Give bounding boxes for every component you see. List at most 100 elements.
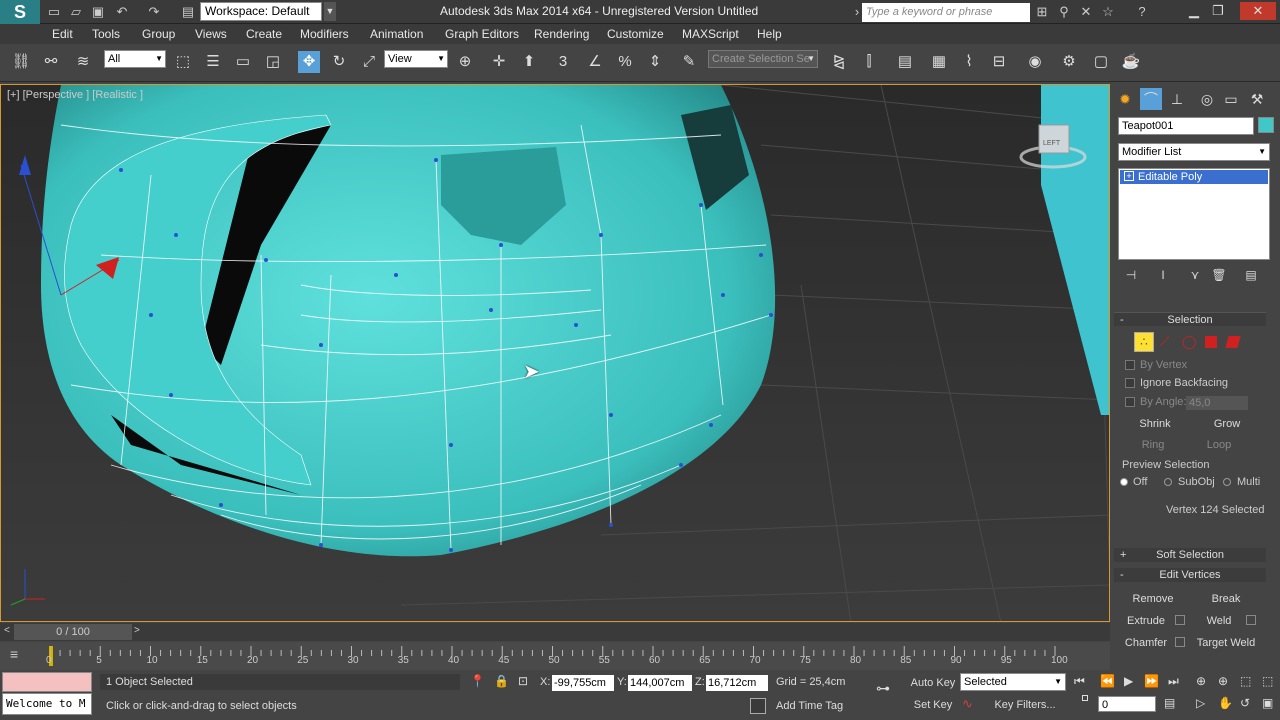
workspace-dropdown-arrow-icon[interactable]: ▼ <box>324 2 336 21</box>
ignore-backfacing-checkbox[interactable] <box>1125 378 1135 388</box>
hierarchy-tab-icon[interactable]: ⊥ <box>1166 88 1188 110</box>
key-tangent-icon[interactable]: ∿ <box>962 696 973 712</box>
isolate-selection-icon[interactable]: 📍 <box>470 674 485 688</box>
z-coordinate-field[interactable]: 16,712cm <box>706 675 768 691</box>
add-time-tag-button[interactable]: Add Time Tag <box>776 700 843 712</box>
preview-subobj-radio[interactable] <box>1164 478 1172 486</box>
mirror-icon[interactable]: ⧎ <box>828 51 850 73</box>
select-by-name-icon[interactable]: ☰ <box>202 51 224 73</box>
vertex-mode-icon[interactable]: ∴ <box>1134 332 1154 352</box>
help-search-input[interactable]: Type a keyword or phrase <box>862 3 1030 22</box>
chamfer-button[interactable]: Chamfer <box>1120 634 1172 652</box>
edit-vertices-rollout-header[interactable]: - Edit Vertices <box>1114 568 1266 582</box>
unlink-icon[interactable]: ⚯ <box>40 51 62 73</box>
time-tag-icon[interactable] <box>750 698 766 714</box>
angle-snap-icon[interactable]: ∠ <box>584 51 606 73</box>
time-slider[interactable] <box>0 623 1110 641</box>
maxscript-listener-pink[interactable] <box>2 672 92 692</box>
menu-animation[interactable]: Animation <box>370 27 423 41</box>
subscription-icon[interactable]: ⚲ <box>1056 4 1072 20</box>
menu-views[interactable]: Views <box>195 27 227 41</box>
by-angle-spinner[interactable]: 45,0 <box>1186 396 1248 410</box>
close-button[interactable]: ✕ <box>1240 2 1276 20</box>
open-file-icon[interactable]: ▱ <box>68 4 84 20</box>
pin-stack-icon[interactable]: ⊣ <box>1120 264 1142 286</box>
viewport-label[interactable]: [+] [Perspective ] [Realistic ] <box>7 89 143 101</box>
menu-modifiers[interactable]: Modifiers <box>300 27 349 41</box>
auto-key-button[interactable]: Auto Key <box>910 674 956 692</box>
favorites-star-icon[interactable]: ☆ <box>1100 4 1116 20</box>
bind-space-warp-icon[interactable]: ≋ <box>72 51 94 73</box>
selection-lock-icon[interactable]: 🔒 <box>494 674 509 688</box>
pan-view-icon[interactable]: ✋ <box>1218 696 1233 710</box>
app-logo[interactable]: S <box>0 0 40 24</box>
edge-mode-icon[interactable]: ⟋ <box>1160 334 1169 350</box>
selection-filter-dropdown[interactable]: All ▼ <box>104 50 166 68</box>
motion-tab-icon[interactable]: ◎ <box>1196 88 1218 110</box>
configure-sets-icon[interactable]: ▤ <box>1240 264 1262 286</box>
extrude-settings-icon[interactable] <box>1175 615 1185 625</box>
zoom-icon[interactable]: ⊕ <box>1196 674 1206 688</box>
field-of-view-icon[interactable]: ▷ <box>1196 696 1205 710</box>
align-icon[interactable]: ⫿ <box>858 51 880 73</box>
menu-help[interactable]: Help <box>757 27 782 41</box>
utilities-tab-icon[interactable]: ⚒ <box>1246 88 1268 110</box>
menu-maxscript[interactable]: MAXScript <box>682 27 739 41</box>
extrude-button[interactable]: Extrude <box>1120 612 1172 630</box>
rectangular-selection-icon[interactable]: ▭ <box>232 51 254 73</box>
soft-selection-rollout-header[interactable]: + Soft Selection <box>1114 548 1266 562</box>
weld-settings-icon[interactable] <box>1246 615 1256 625</box>
time-configuration-icon[interactable]: ▤ <box>1164 696 1175 710</box>
save-icon[interactable]: ▣ <box>90 4 106 20</box>
menu-group[interactable]: Group <box>142 27 175 41</box>
orbit-icon[interactable]: ↺ <box>1240 696 1250 710</box>
modify-tab-icon[interactable]: ⌒ <box>1140 88 1162 110</box>
render-production-icon[interactable]: ☕ <box>1120 51 1142 73</box>
zoom-all-icon[interactable]: ⊕ <box>1218 674 1228 688</box>
render-setup-icon[interactable]: ⚙ <box>1058 51 1080 73</box>
time-slider-thumb[interactable]: 0 / 100 <box>14 624 132 640</box>
by-vertex-checkbox[interactable] <box>1125 360 1135 370</box>
weld-button[interactable]: Weld <box>1196 612 1242 630</box>
schematic-view-icon[interactable]: ⊟ <box>988 51 1010 73</box>
material-editor-icon[interactable]: ◉ <box>1024 51 1046 73</box>
workspace-dropdown[interactable]: Workspace: Default <box>200 2 322 21</box>
shrink-button[interactable]: Shrink <box>1128 415 1182 433</box>
rendered-frame-window-icon[interactable]: ▢ <box>1090 51 1112 73</box>
project-folder-icon[interactable]: ▤ <box>180 4 196 20</box>
key-filters-button[interactable]: Key Filters... <box>986 696 1064 714</box>
communication-icon[interactable]: ✕ <box>1078 4 1094 20</box>
selection-rollout-header[interactable]: - Selection <box>1114 312 1266 326</box>
scale-icon[interactable]: ⤢ <box>358 51 380 73</box>
modifier-stack-item-editable-poly[interactable]: Editable Poly <box>1120 170 1268 184</box>
curve-editor-icon[interactable]: ⌇ <box>958 51 980 73</box>
object-color-swatch[interactable] <box>1258 117 1274 133</box>
rotate-icon[interactable]: ↻ <box>328 51 350 73</box>
go-to-end-icon[interactable]: ⏭ <box>1168 674 1179 689</box>
play-icon[interactable]: ▶ <box>1124 674 1133 688</box>
key-mode-toggle-icon[interactable] <box>1082 695 1088 701</box>
time-slider-prev-icon[interactable]: < <box>4 625 10 636</box>
preview-multi-radio[interactable] <box>1223 478 1231 486</box>
target-weld-button[interactable]: Target Weld <box>1194 634 1258 652</box>
perspective-viewport[interactable]: [+] [Perspective ] [Realistic ] LEFT ➤ <box>0 84 1110 622</box>
object-name-field[interactable]: Teapot001 <box>1118 117 1254 135</box>
show-end-result-icon[interactable]: Ι <box>1152 264 1174 286</box>
time-slider-next-icon[interactable]: > <box>134 625 140 636</box>
move-icon[interactable]: ✥ <box>298 51 320 73</box>
menu-edit[interactable]: Edit <box>52 27 73 41</box>
named-selection-set-dropdown[interactable]: Create Selection Se ▼ <box>708 50 818 68</box>
absolute-mode-icon[interactable]: ⊡ <box>518 674 528 688</box>
current-frame-field[interactable]: 0 <box>1098 696 1156 712</box>
percent-snap-icon[interactable]: % <box>614 51 636 73</box>
reference-coordinate-dropdown[interactable]: View ▼ <box>384 50 448 68</box>
display-tab-icon[interactable]: ▭ <box>1220 88 1242 110</box>
select-object-icon[interactable]: ⬚ <box>172 51 194 73</box>
minimize-button[interactable]: ▁ <box>1182 2 1206 20</box>
preview-off-radio[interactable] <box>1120 478 1128 486</box>
menu-tools[interactable]: Tools <box>92 27 120 41</box>
pivot-center-icon[interactable]: ⊕ <box>454 51 476 73</box>
go-to-start-icon[interactable]: ⏮ <box>1074 674 1085 689</box>
border-mode-icon[interactable]: ◯ <box>1182 334 1197 350</box>
next-frame-icon[interactable]: ⏩ <box>1144 674 1159 688</box>
